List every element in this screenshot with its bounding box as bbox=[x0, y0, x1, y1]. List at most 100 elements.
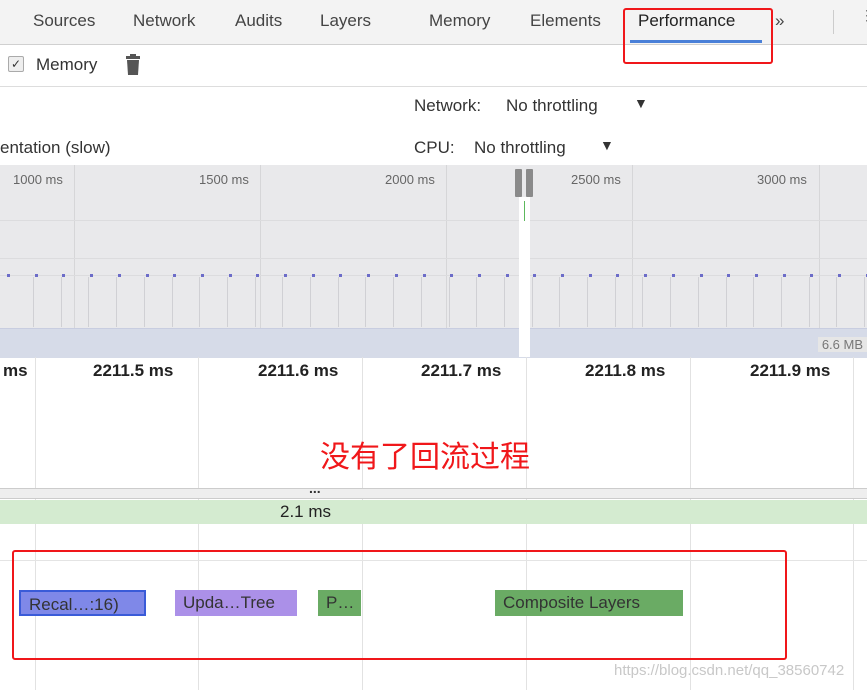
cpu-throttling-select[interactable]: No throttling bbox=[474, 138, 566, 158]
frame-divider bbox=[864, 277, 865, 327]
menu-dots-icon[interactable]: ⋮ bbox=[860, 8, 867, 32]
tab-separator bbox=[833, 10, 834, 34]
frame-divider bbox=[808, 277, 810, 327]
selection-left-handle[interactable] bbox=[515, 169, 522, 197]
frame-dot bbox=[644, 274, 648, 277]
overview-tick: 2000 ms bbox=[385, 172, 435, 187]
annotation-text: 没有了回流过程 bbox=[320, 440, 530, 475]
frame-dot bbox=[145, 274, 149, 277]
frame-divider bbox=[448, 277, 450, 327]
frame-divider bbox=[60, 277, 62, 327]
selection-right-handle[interactable] bbox=[526, 169, 533, 197]
panel-splitter[interactable]: ... bbox=[0, 480, 867, 499]
timeline-overview[interactable]: 1000 ms 1500 ms 2000 ms 2500 ms 3000 ms … bbox=[0, 165, 867, 358]
tab-sources[interactable]: Sources bbox=[33, 11, 95, 31]
frame-divider bbox=[725, 277, 727, 327]
frame-dot bbox=[422, 274, 426, 277]
frame-divider bbox=[337, 277, 339, 327]
frame-dot bbox=[450, 274, 454, 277]
frame-dot bbox=[838, 274, 841, 277]
more-tabs-button[interactable]: » bbox=[775, 11, 784, 31]
frame-divider bbox=[670, 277, 672, 327]
frame-dot bbox=[727, 274, 731, 277]
frame-dot bbox=[34, 274, 38, 277]
overview-tick: 3000 ms bbox=[757, 172, 807, 187]
recording-toolbar: ✓ Memory bbox=[0, 45, 867, 87]
frame-divider bbox=[780, 277, 782, 327]
ruler-tick: 2211.6 ms bbox=[258, 361, 339, 380]
frame-dot bbox=[394, 274, 398, 277]
overview-tick: 2500 ms bbox=[571, 172, 621, 187]
frame-divider bbox=[282, 277, 284, 327]
frame-divider bbox=[614, 277, 616, 327]
ruler-tick: 2211.8 ms bbox=[585, 361, 666, 380]
memory-checkbox[interactable]: ✓ bbox=[8, 56, 24, 72]
frame-dot bbox=[200, 274, 204, 277]
frame-divider bbox=[116, 277, 118, 327]
frame-dot bbox=[339, 274, 343, 277]
frame-dot bbox=[284, 274, 287, 277]
frame-divider bbox=[697, 277, 699, 327]
frame-divider bbox=[642, 277, 644, 327]
overview-tick: 1500 ms bbox=[199, 172, 249, 187]
ruler-tick: 2211.5 ms bbox=[93, 361, 174, 380]
frame-dot bbox=[505, 274, 509, 277]
frame-divider bbox=[199, 277, 201, 327]
highlight-box-events bbox=[12, 550, 787, 660]
memory-checkbox-label: Memory bbox=[36, 55, 98, 74]
frame-dot bbox=[311, 274, 315, 277]
frame-dot bbox=[117, 274, 121, 277]
frame-duration: 2.1 ms bbox=[280, 502, 332, 521]
frame-dot bbox=[7, 274, 10, 277]
frame-dot bbox=[173, 274, 177, 277]
frame-divider bbox=[365, 277, 367, 327]
cpu-dropdown-arrow-icon[interactable]: ▼ bbox=[600, 137, 614, 153]
frame-dot bbox=[699, 274, 703, 277]
frame-divider bbox=[310, 277, 311, 327]
tab-network[interactable]: Network bbox=[133, 11, 195, 31]
frame-divider bbox=[559, 277, 561, 327]
cpu-label: CPU: bbox=[414, 138, 455, 157]
tab-memory[interactable]: Memory bbox=[429, 11, 490, 31]
tab-audits[interactable]: Audits bbox=[235, 11, 282, 31]
frame-divider bbox=[88, 277, 90, 327]
frame-dot bbox=[367, 274, 371, 277]
frame-dot bbox=[588, 274, 592, 277]
frame-divider bbox=[171, 277, 173, 327]
frame-divider bbox=[531, 277, 533, 327]
selection-window[interactable] bbox=[519, 197, 530, 357]
tab-elements[interactable]: Elements bbox=[530, 11, 601, 31]
ruler-tick: 2211.7 ms bbox=[421, 361, 502, 380]
frame-divider bbox=[393, 277, 395, 327]
frame-divider bbox=[143, 277, 145, 327]
frame-dot bbox=[616, 274, 620, 277]
overview-tick: 1000 ms bbox=[13, 172, 63, 187]
frame-dot bbox=[754, 274, 758, 277]
memory-value: 6.6 MB bbox=[817, 337, 867, 352]
frame-dot bbox=[256, 274, 260, 277]
frame-dot bbox=[561, 274, 564, 277]
selection-marker bbox=[524, 201, 525, 221]
trash-icon[interactable] bbox=[125, 54, 141, 76]
frame-divider bbox=[33, 277, 34, 327]
frame-divider bbox=[254, 277, 256, 327]
tab-layers[interactable]: Layers bbox=[320, 11, 371, 31]
memory-band: 6.6 MB bbox=[0, 328, 867, 358]
watermark: https://blog.csdn.net/qq_38560742 bbox=[614, 662, 845, 679]
ruler-tick: ms bbox=[3, 361, 28, 380]
network-throttling-select[interactable]: No throttling bbox=[506, 96, 598, 116]
frame-divider bbox=[836, 277, 838, 327]
network-dropdown-arrow-icon[interactable]: ▼ bbox=[634, 95, 648, 111]
frame-dot bbox=[671, 274, 675, 277]
frame-bar[interactable]: 2.1 ms bbox=[0, 500, 867, 524]
frame-divider bbox=[420, 277, 422, 327]
frame-divider bbox=[476, 277, 478, 327]
network-label: Network: bbox=[414, 96, 482, 115]
ruler-tick: 2211.9 ms bbox=[750, 361, 831, 380]
partial-option-label: entation (slow) bbox=[0, 138, 111, 157]
frame-dot bbox=[90, 274, 94, 277]
frame-dot bbox=[533, 274, 537, 277]
frame-divider bbox=[226, 277, 228, 327]
frame-dot bbox=[782, 274, 786, 277]
frame-divider bbox=[753, 277, 755, 327]
